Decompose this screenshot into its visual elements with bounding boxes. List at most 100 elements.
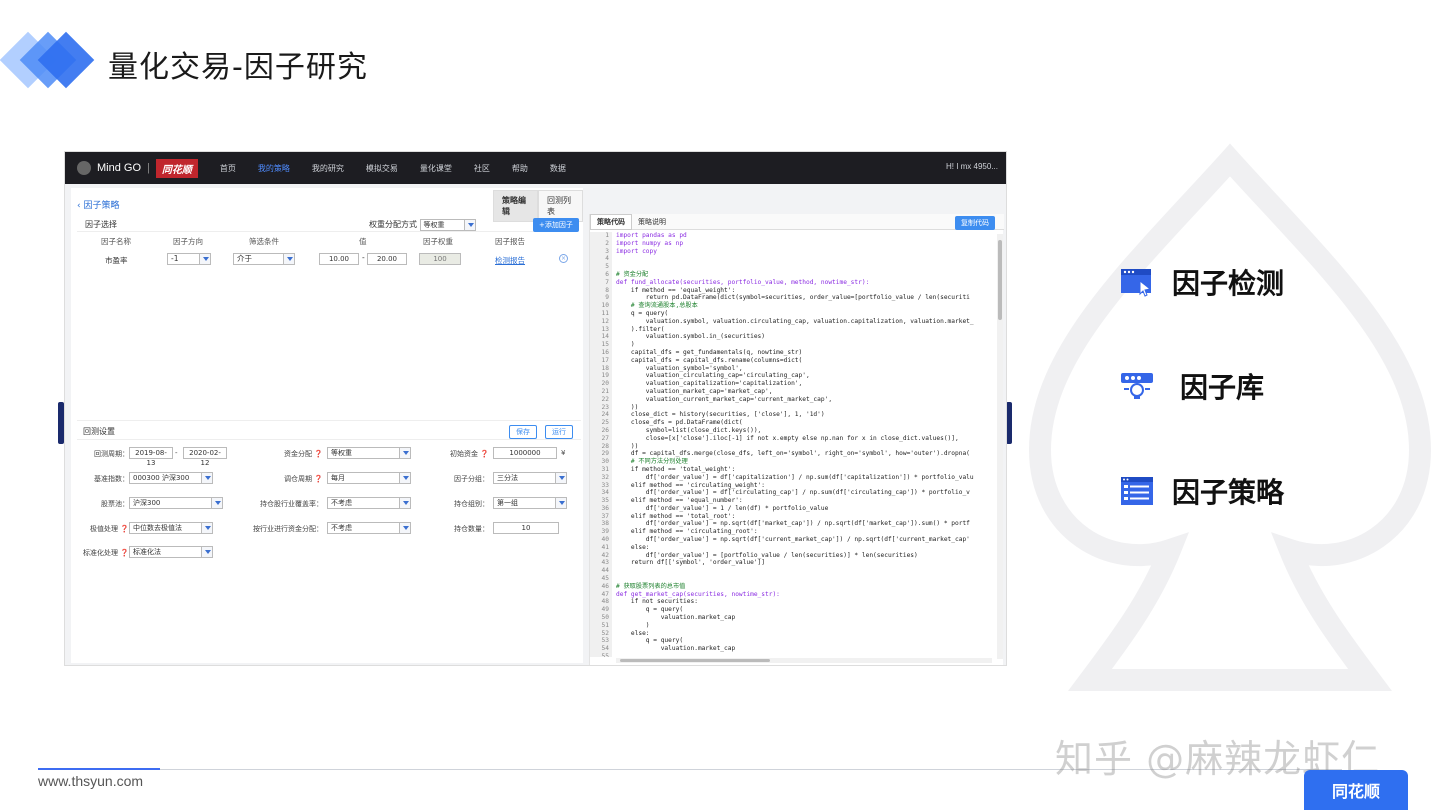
extreme-select[interactable]: 中位数去极值法 bbox=[129, 522, 213, 534]
tab-strategy-desc[interactable]: 策略说明 bbox=[632, 215, 672, 229]
rebalance-select[interactable]: 每月 bbox=[327, 472, 411, 484]
code-line: valuation_symbol='symbol', bbox=[616, 364, 743, 372]
nav-item-sim-trade[interactable]: 模拟交易 bbox=[366, 163, 398, 174]
end-date-input[interactable]: 2020-02-12 bbox=[183, 447, 227, 467]
nav-item-my-strategy[interactable]: 我的策略 bbox=[258, 163, 290, 174]
line-number: 1 bbox=[605, 232, 609, 239]
industry-select[interactable]: 不考虑 bbox=[327, 497, 411, 509]
feature-label: 因子库 bbox=[1180, 371, 1265, 404]
hold-group-select[interactable]: 第一组 bbox=[493, 497, 567, 509]
code-line: close=[x['close'].iloc[-1] if not x.empt… bbox=[616, 434, 959, 442]
rebalance-text: 调仓周期 bbox=[284, 475, 313, 483]
line-number: 32 bbox=[601, 473, 609, 481]
slide: 量化交易-因子研究 Mind GO | 同花顺 首页 我的策略 我的研究 模拟交… bbox=[0, 0, 1440, 810]
chevron-down-icon bbox=[399, 498, 410, 508]
vertical-scrollbar[interactable] bbox=[997, 234, 1003, 659]
remove-factor-icon[interactable]: × bbox=[559, 254, 568, 263]
chevron-down-icon bbox=[201, 547, 212, 557]
user-info[interactable]: H! I mx 4950... bbox=[946, 162, 998, 171]
code-editor[interactable]: 1 2 3 4 5 6 7 8 9 10 11 12 13 14 15 16 17 18 19 20 21 22 23 24 2… bbox=[590, 232, 998, 657]
max-value-input[interactable]: 20.00 bbox=[367, 253, 407, 265]
start-date-input[interactable]: 2019-08-13 bbox=[129, 447, 173, 467]
code-line: valuation.symbol.in_(securities) bbox=[616, 333, 766, 341]
code-line: if method == 'equal_weight': bbox=[616, 286, 736, 294]
footer-accent bbox=[38, 768, 160, 770]
chevron-down-icon bbox=[211, 498, 222, 508]
code-line: def get_market_cap(securities, nowtime_s… bbox=[616, 590, 780, 598]
line-number: 37 bbox=[601, 512, 609, 520]
factor-weight-input: 100 bbox=[419, 253, 461, 265]
benchmark-label: 基准指数： bbox=[94, 475, 129, 483]
save-button[interactable]: 保存 bbox=[509, 425, 537, 439]
group-value: 三分法 bbox=[497, 474, 518, 482]
direction-select[interactable]: -1 bbox=[167, 253, 211, 265]
chevron-down-icon bbox=[201, 523, 212, 533]
report-link[interactable]: 检测报告 bbox=[495, 255, 525, 266]
line-number: 53 bbox=[601, 637, 609, 645]
nav-item-data[interactable]: 数据 bbox=[550, 163, 566, 174]
line-number: 55 bbox=[601, 653, 609, 657]
condition-value: 介于 bbox=[237, 254, 252, 263]
back-link[interactable]: ‹ 因子策略 bbox=[77, 198, 119, 211]
horizontal-scrollbar[interactable] bbox=[616, 658, 992, 663]
tab-strategy-code[interactable]: 策略代码 bbox=[590, 213, 632, 230]
init-cap-input[interactable]: 1000000 bbox=[493, 447, 557, 459]
chevron-down-icon bbox=[555, 473, 566, 483]
nav-item-home[interactable]: 首页 bbox=[220, 163, 236, 174]
hold-num-label: 持仓数量： bbox=[454, 525, 489, 533]
chevron-down-icon bbox=[201, 473, 212, 483]
line-number: 4 bbox=[605, 255, 609, 263]
scroll-thumb[interactable] bbox=[620, 659, 770, 662]
code-line: close_dfs = pd.DataFrame(dict( bbox=[616, 419, 743, 427]
line-number: 17 bbox=[601, 356, 609, 364]
copy-code-button[interactable]: 复制代码 bbox=[955, 216, 995, 230]
line-number: 10 bbox=[601, 302, 609, 310]
nav-item-community[interactable]: 社区 bbox=[474, 163, 490, 174]
run-button[interactable]: 运行 bbox=[545, 425, 573, 439]
min-value-input[interactable]: 10.00 bbox=[319, 253, 359, 265]
line-number: 38 bbox=[601, 520, 609, 528]
feature-label: 因子检测 bbox=[1172, 267, 1285, 300]
group-select[interactable]: 三分法 bbox=[493, 472, 567, 484]
add-factor-button[interactable]: +添加因子 bbox=[533, 218, 579, 232]
extreme-label: 极值处理 ❓ bbox=[75, 524, 129, 534]
line-number: 9 bbox=[605, 294, 609, 302]
code-line: return pd.DataFrame(dict(symbol=securiti… bbox=[616, 294, 970, 302]
line-number: 47 bbox=[601, 590, 609, 598]
benchmark-select[interactable]: 000300 沪深300 bbox=[129, 472, 213, 484]
line-number: 14 bbox=[601, 333, 609, 341]
code-line: symbol=list(close_dict.keys()), bbox=[616, 426, 762, 434]
ind-cap-select[interactable]: 不考虑 bbox=[327, 522, 411, 534]
nav-item-quant-class[interactable]: 量化课堂 bbox=[420, 163, 452, 174]
code-line: def fund_allocate(securities, portfolio_… bbox=[616, 278, 870, 286]
nav-item-help[interactable]: 帮助 bbox=[512, 163, 528, 174]
factor-name-cell: 市盈率 bbox=[105, 256, 128, 265]
code-line: df['order_value'] = np.sqrt(df['current_… bbox=[616, 536, 970, 544]
code-line: import copy bbox=[616, 247, 657, 255]
brand: Mind GO | 同花顺 bbox=[77, 158, 198, 178]
std-select[interactable]: 标准化法 bbox=[129, 546, 213, 558]
line-number: 8 bbox=[605, 286, 609, 294]
code-line: # 不同方法分别处理 bbox=[616, 458, 688, 466]
line-number: 3 bbox=[605, 247, 609, 255]
line-number: 34 bbox=[601, 489, 609, 497]
nav-menu: 首页 我的策略 我的研究 模拟交易 量化课堂 社区 帮助 数据 bbox=[220, 163, 566, 174]
line-number: 54 bbox=[601, 645, 609, 653]
range-dash: - bbox=[362, 253, 365, 262]
col-factor-name: 因子名称 bbox=[101, 237, 131, 246]
brand-separator: | bbox=[147, 162, 150, 174]
nav-item-my-research[interactable]: 我的研究 bbox=[312, 163, 344, 174]
factor-strategy-pane: ‹ 因子策略 策略编辑 回测列表 因子选择 权重分配方式 等权重 +添加因子 因… bbox=[71, 188, 583, 663]
code-line: return df[['symbol', 'order_value']] bbox=[616, 559, 766, 567]
chevron-down-icon bbox=[399, 473, 410, 483]
scroll-thumb[interactable] bbox=[998, 240, 1002, 320]
code-line: if not securities: bbox=[616, 598, 698, 606]
weight-method-select[interactable]: 等权重 bbox=[419, 219, 476, 231]
pool-select[interactable]: 沪深300 bbox=[129, 497, 223, 509]
capital-alloc-select[interactable]: 等权重 bbox=[327, 447, 411, 459]
condition-select[interactable]: 介于 bbox=[233, 253, 295, 265]
hold-num-input[interactable]: 10 bbox=[493, 522, 559, 534]
direction-value: -1 bbox=[171, 254, 179, 263]
code-line: close_dict = history(securities, ['close… bbox=[616, 411, 825, 419]
